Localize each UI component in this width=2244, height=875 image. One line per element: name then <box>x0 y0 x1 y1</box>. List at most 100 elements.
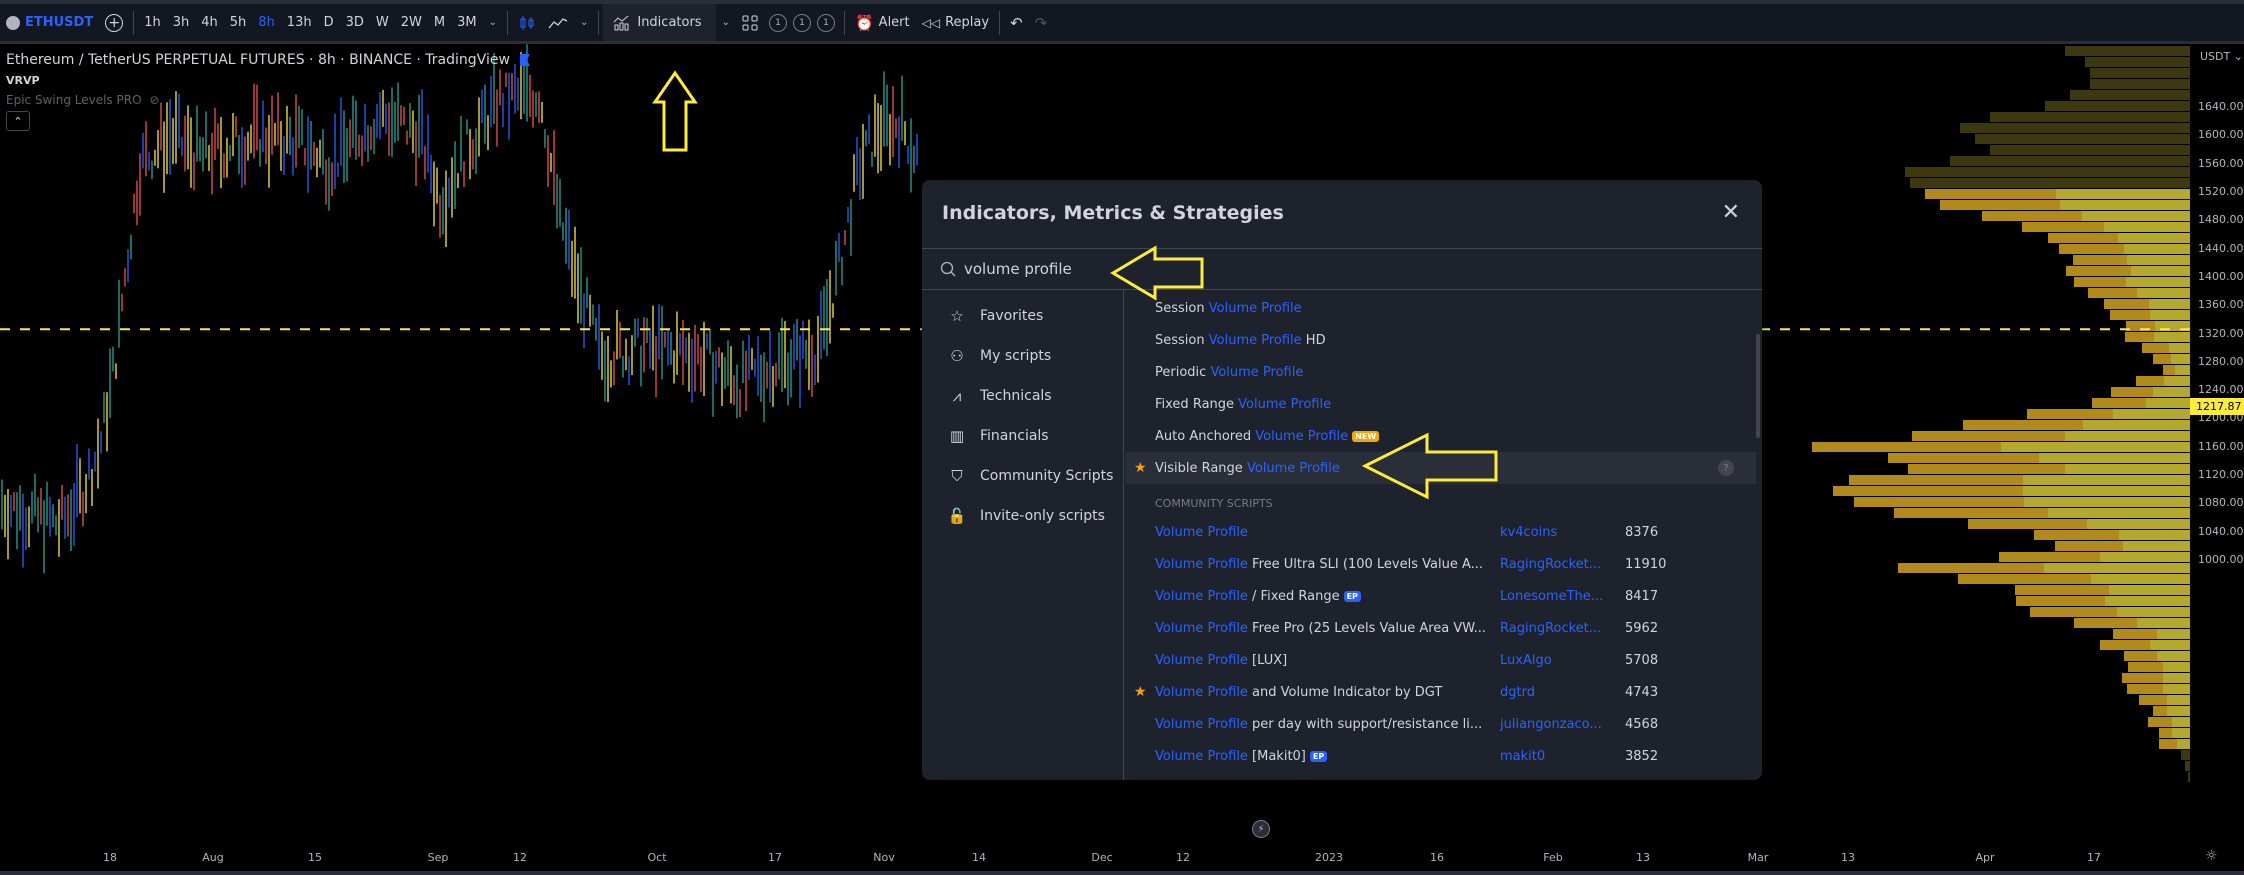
volume-profile-up <box>2113 409 2190 419</box>
volume-profile-up <box>2164 376 2190 386</box>
script-author[interactable]: kv4coins <box>1500 525 1557 540</box>
builtin-result-item[interactable]: Session Volume Profile HD <box>1125 324 1762 356</box>
timeframe-3h[interactable]: 3h <box>167 4 196 41</box>
nav-technicals[interactable]: ⩘ Technicals <box>922 376 1123 416</box>
divider <box>598 10 600 35</box>
flag-icon[interactable] <box>519 54 530 66</box>
indicator-epic-swing[interactable]: Epic Swing Levels PRO ⊘ <box>6 93 530 107</box>
nav-community-scripts[interactable]: ⛉ Community Scripts <box>922 456 1123 496</box>
collapse-legend-button[interactable]: ⌃ <box>6 111 30 131</box>
nav-financials[interactable]: ▥ Financials <box>922 416 1123 456</box>
volume-profile-up <box>2109 585 2190 595</box>
script-author[interactable]: LonesomeThe... <box>1500 589 1603 604</box>
time-label: Sep <box>427 851 449 864</box>
counter-badge-2[interactable]: 1 <box>792 13 811 32</box>
indicator-vrvp[interactable]: VRVP <box>6 74 530 87</box>
counter-badge-3[interactable]: 1 <box>816 13 835 32</box>
indicators-dropdown[interactable]: ⌄ <box>716 4 736 41</box>
timeframe-2w[interactable]: 2W <box>395 4 428 41</box>
counter-badge-1[interactable]: 1 <box>768 13 787 32</box>
community-result-item[interactable]: ★ Volume Profile and Volume Indicator by … <box>1125 676 1762 708</box>
community-result-item[interactable]: Volume Profile kv4coins 8376 <box>1125 516 1762 548</box>
volume-profile-down <box>1925 189 2056 199</box>
timeframe-3m[interactable]: 3M <box>451 4 483 41</box>
volume-profile-up <box>2065 464 2190 474</box>
price-axis[interactable]: USDT ⌄ 1640.00 1600.00 1560.00 1520.00 1480.… <box>2190 44 2244 844</box>
community-result-item[interactable]: Volume Profile Free Ultra SLI (100 Level… <box>1125 548 1762 580</box>
help-icon[interactable]: ? <box>1718 460 1734 476</box>
nav-invite-only-scripts[interactable]: 🔓 Invite-only scripts <box>922 496 1123 536</box>
chart-type-line-button[interactable] <box>542 4 574 41</box>
timeframe-4h[interactable]: 4h <box>195 4 224 41</box>
editors-pick-badge: EP <box>1309 750 1328 762</box>
undo-button[interactable]: ↶ <box>1004 4 1029 41</box>
alert-label: Alert <box>878 15 910 30</box>
time-label: 15 <box>308 851 322 864</box>
timeframe-1h[interactable]: 1h <box>138 4 167 41</box>
volume-profile-down <box>2125 332 2154 342</box>
chart-type-candles-button[interactable] <box>512 4 542 41</box>
community-result-item[interactable]: Volume Profile [LUX] LuxAlgo 5708 <box>1125 644 1762 676</box>
volume-profile-down <box>2122 673 2163 683</box>
financials-icon: ▥ <box>949 427 965 445</box>
volume-profile-row <box>1975 134 2190 144</box>
replay-button[interactable]: ◁◁ Replay <box>916 4 995 41</box>
volume-profile-up <box>2137 288 2190 298</box>
timeframe-8h[interactable]: 8h <box>252 4 281 41</box>
price-label: 1440.00 <box>2198 241 2244 255</box>
volume-profile-down <box>2074 618 2137 628</box>
volume-profile-down <box>1999 552 2100 562</box>
timeframe-13h[interactable]: 13h <box>281 4 318 41</box>
script-author[interactable]: dgtrd <box>1500 685 1535 700</box>
symbol-name: ETHUSDT <box>25 15 94 30</box>
close-dialog-button[interactable]: ✕ <box>1722 200 1740 225</box>
price-label: 1640.00 <box>2198 100 2244 113</box>
redo-button[interactable]: ↷ <box>1029 4 1054 41</box>
community-result-item[interactable]: Volume Profile per day with support/resi… <box>1125 708 1762 740</box>
price-label: 1360.00 <box>2198 298 2244 312</box>
volume-profile-up <box>2104 222 2190 232</box>
timeframe-3d[interactable]: 3D <box>340 4 370 41</box>
timeframe-5h[interactable]: 5h <box>224 4 253 41</box>
builtin-result-item[interactable]: Fixed Range Volume Profile <box>1125 388 1762 420</box>
volume-profile-down <box>2059 244 2124 254</box>
eye-hidden-icon[interactable]: ⊘ <box>150 93 160 107</box>
currency-unit-dropdown[interactable]: USDT ⌄ <box>2200 50 2243 63</box>
alert-button[interactable]: ⏰ Alert <box>849 4 916 41</box>
price-label: 1040.00 <box>2198 524 2244 538</box>
volume-profile-down <box>2136 376 2164 386</box>
builtin-result-item[interactable]: Periodic Volume Profile <box>1125 356 1762 388</box>
nav-my-scripts[interactable]: ⚇ My scripts <box>922 336 1123 376</box>
annotation-arrow-search <box>1110 245 1204 301</box>
builtin-result-item[interactable]: Session Volume Profile <box>1125 292 1762 324</box>
script-author[interactable]: RagingRocket... <box>1500 557 1601 572</box>
indicators-button[interactable]: Indicators <box>603 4 716 41</box>
price-label: 1000.00 <box>2198 553 2244 566</box>
time-axis[interactable]: 18 Aug 15 Sep 12 Oct 17 Nov 14 Dec 12 2023 16 Feb 13 Ma… <box>0 844 2244 871</box>
script-author[interactable]: juliangonzaco... <box>1500 717 1602 732</box>
script-author[interactable]: RagingRocket... <box>1500 621 1601 636</box>
result-match: Volume Profile <box>1155 588 1248 604</box>
community-result-item[interactable]: Volume Profile Free Pro (25 Levels Value… <box>1125 612 1762 644</box>
chart-legend: Ethereum / TetherUS PERPETUAL FUTURES · … <box>6 52 530 131</box>
timeframe-d[interactable]: D <box>318 4 340 41</box>
nav-favorites[interactable]: ☆ Favorites <box>922 296 1123 336</box>
community-result-item[interactable]: Volume Profile / Fixed Range EP LonesomeTh… <box>1125 580 1762 612</box>
indicators-icon <box>614 15 629 30</box>
community-result-item[interactable]: Volume Profile [Makit0] EP makit0 3852 <box>1125 740 1762 772</box>
timeframe-w[interactable]: W <box>370 4 395 41</box>
symbol-search[interactable]: ETHUSDT <box>0 4 99 41</box>
timeframe-dropdown[interactable]: ⌄ <box>483 4 503 41</box>
compare-symbol-button[interactable]: + <box>99 4 129 41</box>
favorite-star-icon[interactable]: ★ <box>1134 460 1147 476</box>
chart-type-dropdown[interactable]: ⌄ <box>574 4 594 41</box>
layout-button[interactable] <box>736 4 764 41</box>
script-author[interactable]: LuxAlgo <box>1500 653 1552 668</box>
script-likes-count: 4568 <box>1625 716 1659 732</box>
timeframe-m[interactable]: M <box>428 4 451 41</box>
time-label: Apr <box>1975 851 1995 864</box>
settings-gear-icon[interactable]: ☼ <box>2205 848 2218 864</box>
favorite-star-icon[interactable]: ★ <box>1134 684 1147 700</box>
script-author[interactable]: makit0 <box>1500 749 1545 764</box>
lightning-icon[interactable]: ⚡ <box>1252 820 1270 838</box>
